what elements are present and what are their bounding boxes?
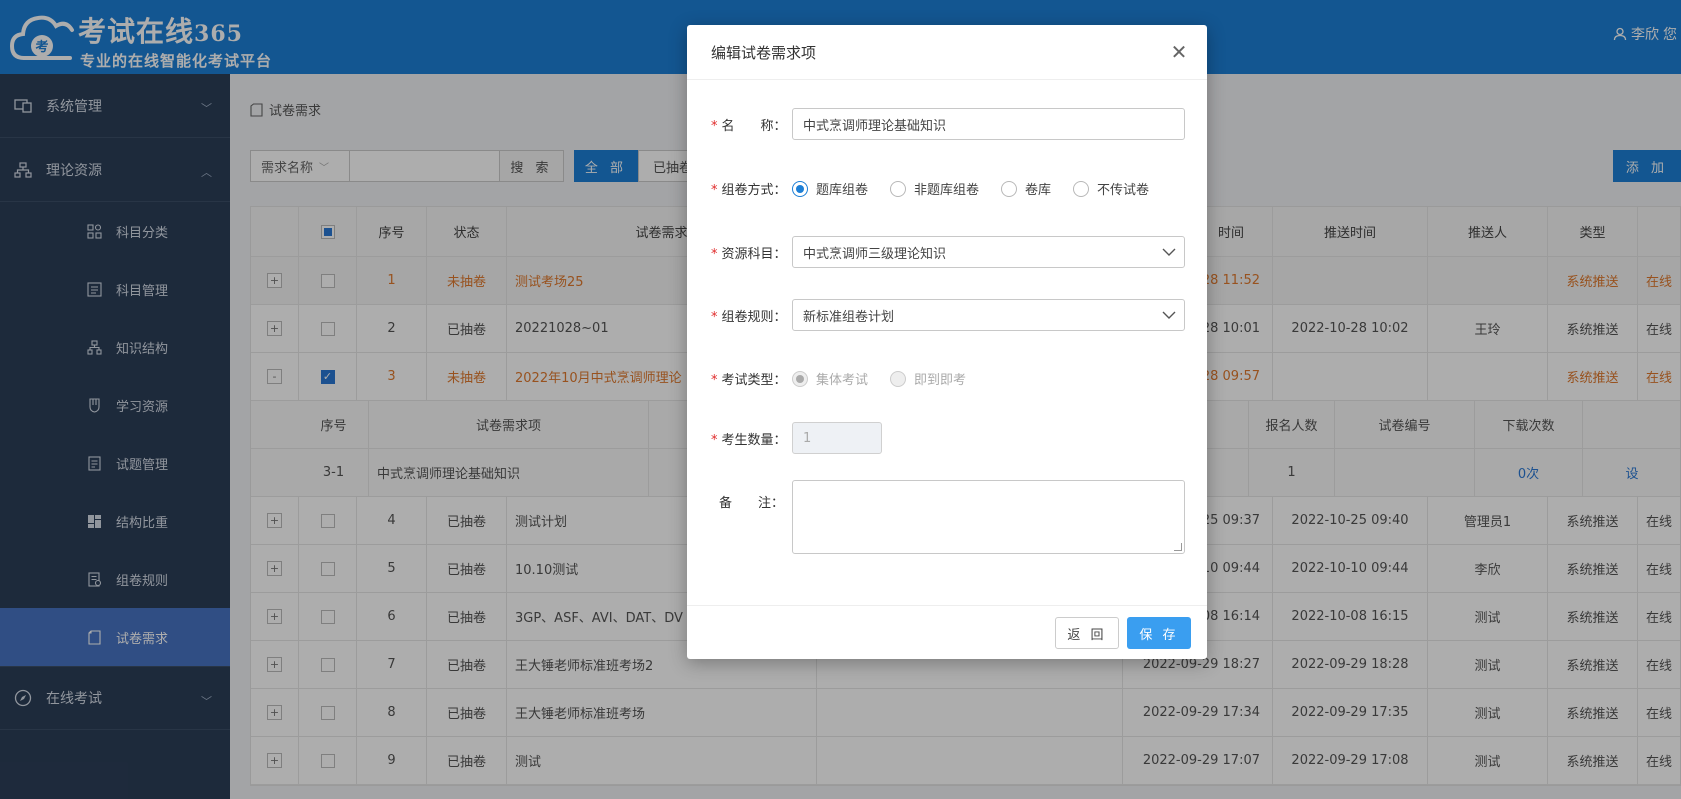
exam-type-option-group: 集体考试 — [792, 369, 868, 388]
field-label: 名 称： — [721, 118, 787, 134]
radio-checked-icon — [792, 370, 808, 387]
exam-type-option-instant: 即到即考 — [890, 369, 966, 388]
name-input[interactable]: 中式烹调师理论基础知识 — [792, 108, 1185, 140]
radio-icon — [890, 370, 907, 387]
radio-icon — [890, 180, 907, 197]
field-label: 备 注： — [719, 496, 785, 511]
save-button[interactable]: 保 存 — [1127, 617, 1191, 649]
field-name: * 名 称： 中式烹调师理论基础知识 — [711, 108, 1185, 140]
radio-icon — [1073, 180, 1090, 197]
field-label: 考生数量： — [721, 432, 787, 448]
required-mark: * — [711, 309, 718, 325]
field-subject: * 资源科目： 中式烹调师三级理论知识 — [711, 236, 1185, 268]
edit-requirement-modal: 编辑试卷需求项 ✕ * 名 称： 中式烹调师理论基础知识 * 组卷方式： 题库组卷 … — [687, 25, 1207, 659]
modal-header: 编辑试卷需求项 ✕ — [687, 25, 1207, 80]
method-option-paper-library[interactable]: 卷库 — [1001, 179, 1051, 198]
exam-type-radio-group: 集体考试 即到即考 — [792, 369, 966, 388]
remark-textarea[interactable] — [792, 480, 1185, 554]
count-input: 1 — [792, 422, 882, 454]
field-count: * 考生数量： 1 — [711, 422, 882, 454]
field-label: 考试类型： — [721, 373, 787, 388]
method-option-no-upload[interactable]: 不传试卷 — [1073, 179, 1149, 198]
chevron-down-icon — [1162, 311, 1176, 319]
modal-title: 编辑试卷需求项 — [711, 43, 817, 62]
field-label: 资源科目： — [721, 246, 787, 262]
field-label: 组卷方式： — [721, 183, 787, 198]
field-label: 组卷规则： — [721, 309, 787, 325]
method-radio-group: 题库组卷 非题库组卷 卷库 不传试卷 — [792, 179, 1149, 198]
field-exam-type: * 考试类型： 集体考试 即到即考 — [711, 369, 966, 388]
required-mark: * — [711, 118, 718, 134]
field-remark: 备 注： — [711, 480, 1185, 554]
method-option-bank[interactable]: 题库组卷 — [792, 179, 868, 198]
subject-select[interactable]: 中式烹调师三级理论知识 — [792, 236, 1185, 268]
required-mark: * — [711, 432, 718, 448]
required-mark: * — [711, 183, 718, 198]
field-method: * 组卷方式： 题库组卷 非题库组卷 卷库 不传试卷 — [711, 179, 1149, 198]
modal-footer: 返 回 保 存 — [687, 605, 1207, 659]
chevron-down-icon — [1162, 248, 1176, 256]
method-option-non-bank[interactable]: 非题库组卷 — [890, 179, 979, 198]
back-button[interactable]: 返 回 — [1055, 617, 1119, 649]
close-icon[interactable]: ✕ — [1169, 40, 1189, 64]
required-mark: * — [711, 373, 718, 388]
required-mark: * — [711, 246, 718, 262]
radio-icon — [1001, 180, 1018, 197]
field-rule: * 组卷规则： 新标准组卷计划 — [711, 299, 1185, 331]
rule-select[interactable]: 新标准组卷计划 — [792, 299, 1185, 331]
radio-checked-icon — [792, 180, 808, 197]
